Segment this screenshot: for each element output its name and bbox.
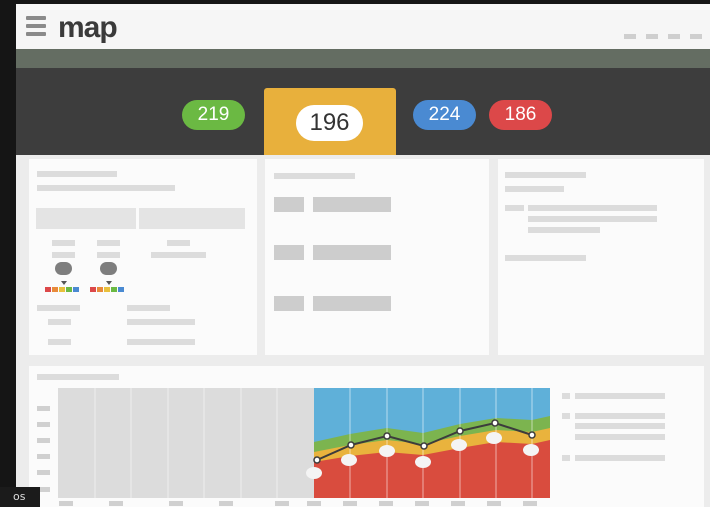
x-axis-tick — [451, 501, 465, 506]
x-axis-tick — [487, 501, 501, 506]
color-scale — [45, 287, 79, 292]
placeholder-text — [37, 374, 119, 380]
y-axis-tick — [37, 470, 50, 475]
nav-item[interactable] — [668, 34, 680, 39]
placeholder-text — [37, 305, 80, 311]
x-axis-tick — [109, 501, 123, 506]
placeholder-text — [127, 305, 170, 311]
placeholder-text — [528, 216, 657, 222]
y-axis-tick — [37, 406, 50, 411]
y-axis-tick — [37, 454, 50, 459]
nav-item[interactable] — [690, 34, 702, 39]
top-bar: map — [16, 4, 710, 49]
placeholder-text — [575, 413, 665, 419]
placeholder-text — [575, 434, 665, 440]
x-axis-tick — [219, 501, 233, 506]
score-pill-red[interactable]: 186 — [489, 100, 552, 130]
app-screen: map 219 196 224 186 — [16, 4, 710, 507]
placeholder-value — [313, 245, 391, 260]
placeholder-label — [274, 245, 304, 260]
placeholder-text — [562, 455, 570, 461]
placeholder-text — [48, 339, 71, 345]
placeholder-text — [505, 186, 564, 192]
score-bar: 219 196 224 186 — [16, 68, 710, 155]
x-axis-tick — [169, 501, 183, 506]
placeholder-text — [505, 172, 586, 178]
history-area — [58, 388, 314, 498]
placeholder-label — [274, 296, 304, 311]
placeholder-text — [48, 319, 71, 325]
placeholder-text — [37, 171, 117, 177]
score-pill-green[interactable]: 219 — [182, 100, 245, 130]
color-scale — [90, 287, 124, 292]
score-balloon-icon — [100, 262, 117, 275]
x-axis-tick — [59, 501, 73, 506]
placeholder-label — [274, 197, 304, 212]
header-stripe — [16, 49, 710, 68]
placeholder-text — [505, 255, 586, 261]
placeholder-text — [562, 393, 570, 399]
hamburger-icon[interactable] — [26, 16, 46, 36]
placeholder-text — [562, 413, 570, 419]
corner-caption: os — [0, 487, 40, 507]
placeholder-text — [575, 423, 665, 429]
placeholder-text — [575, 455, 665, 461]
x-axis-tick — [379, 501, 393, 506]
growth-chart — [58, 388, 550, 498]
placeholder-text — [274, 173, 355, 179]
placeholder-text — [575, 393, 665, 399]
placeholder-text — [127, 319, 195, 325]
score-pill-selected: 196 — [296, 105, 363, 141]
placeholder-value — [313, 197, 391, 212]
placeholder-text — [528, 227, 600, 233]
pointer-icon — [106, 281, 112, 285]
placeholder-text — [97, 240, 120, 246]
placeholder-text — [52, 252, 75, 258]
y-axis-tick — [37, 438, 50, 443]
placeholder-box — [36, 208, 136, 229]
nav-item[interactable] — [646, 34, 658, 39]
pointer-icon — [61, 281, 67, 285]
top-nav — [624, 34, 702, 39]
details-card — [265, 159, 489, 355]
y-axis-tick — [37, 422, 50, 427]
growth-chart-card — [29, 366, 704, 507]
x-axis-tick — [275, 501, 289, 506]
placeholder-box — [139, 208, 245, 229]
x-axis-tick — [307, 501, 321, 506]
score-balloon-icon — [55, 262, 72, 275]
placeholder-text — [37, 185, 175, 191]
notes-card — [498, 159, 704, 355]
placeholder-value — [313, 296, 391, 311]
placeholder-text — [151, 252, 206, 258]
placeholder-text — [52, 240, 75, 246]
score-pill-blue[interactable]: 224 — [413, 100, 476, 130]
x-axis-tick — [415, 501, 429, 506]
x-axis-tick — [523, 501, 537, 506]
placeholder-text — [505, 205, 524, 211]
summary-card — [29, 159, 257, 355]
placeholder-text — [528, 205, 657, 211]
app-logo[interactable]: map — [58, 10, 118, 46]
nav-item[interactable] — [624, 34, 636, 39]
selected-score-tab[interactable]: 196 — [264, 88, 396, 155]
placeholder-text — [127, 339, 195, 345]
x-axis-tick — [343, 501, 357, 506]
placeholder-text — [97, 252, 120, 258]
placeholder-text — [167, 240, 190, 246]
